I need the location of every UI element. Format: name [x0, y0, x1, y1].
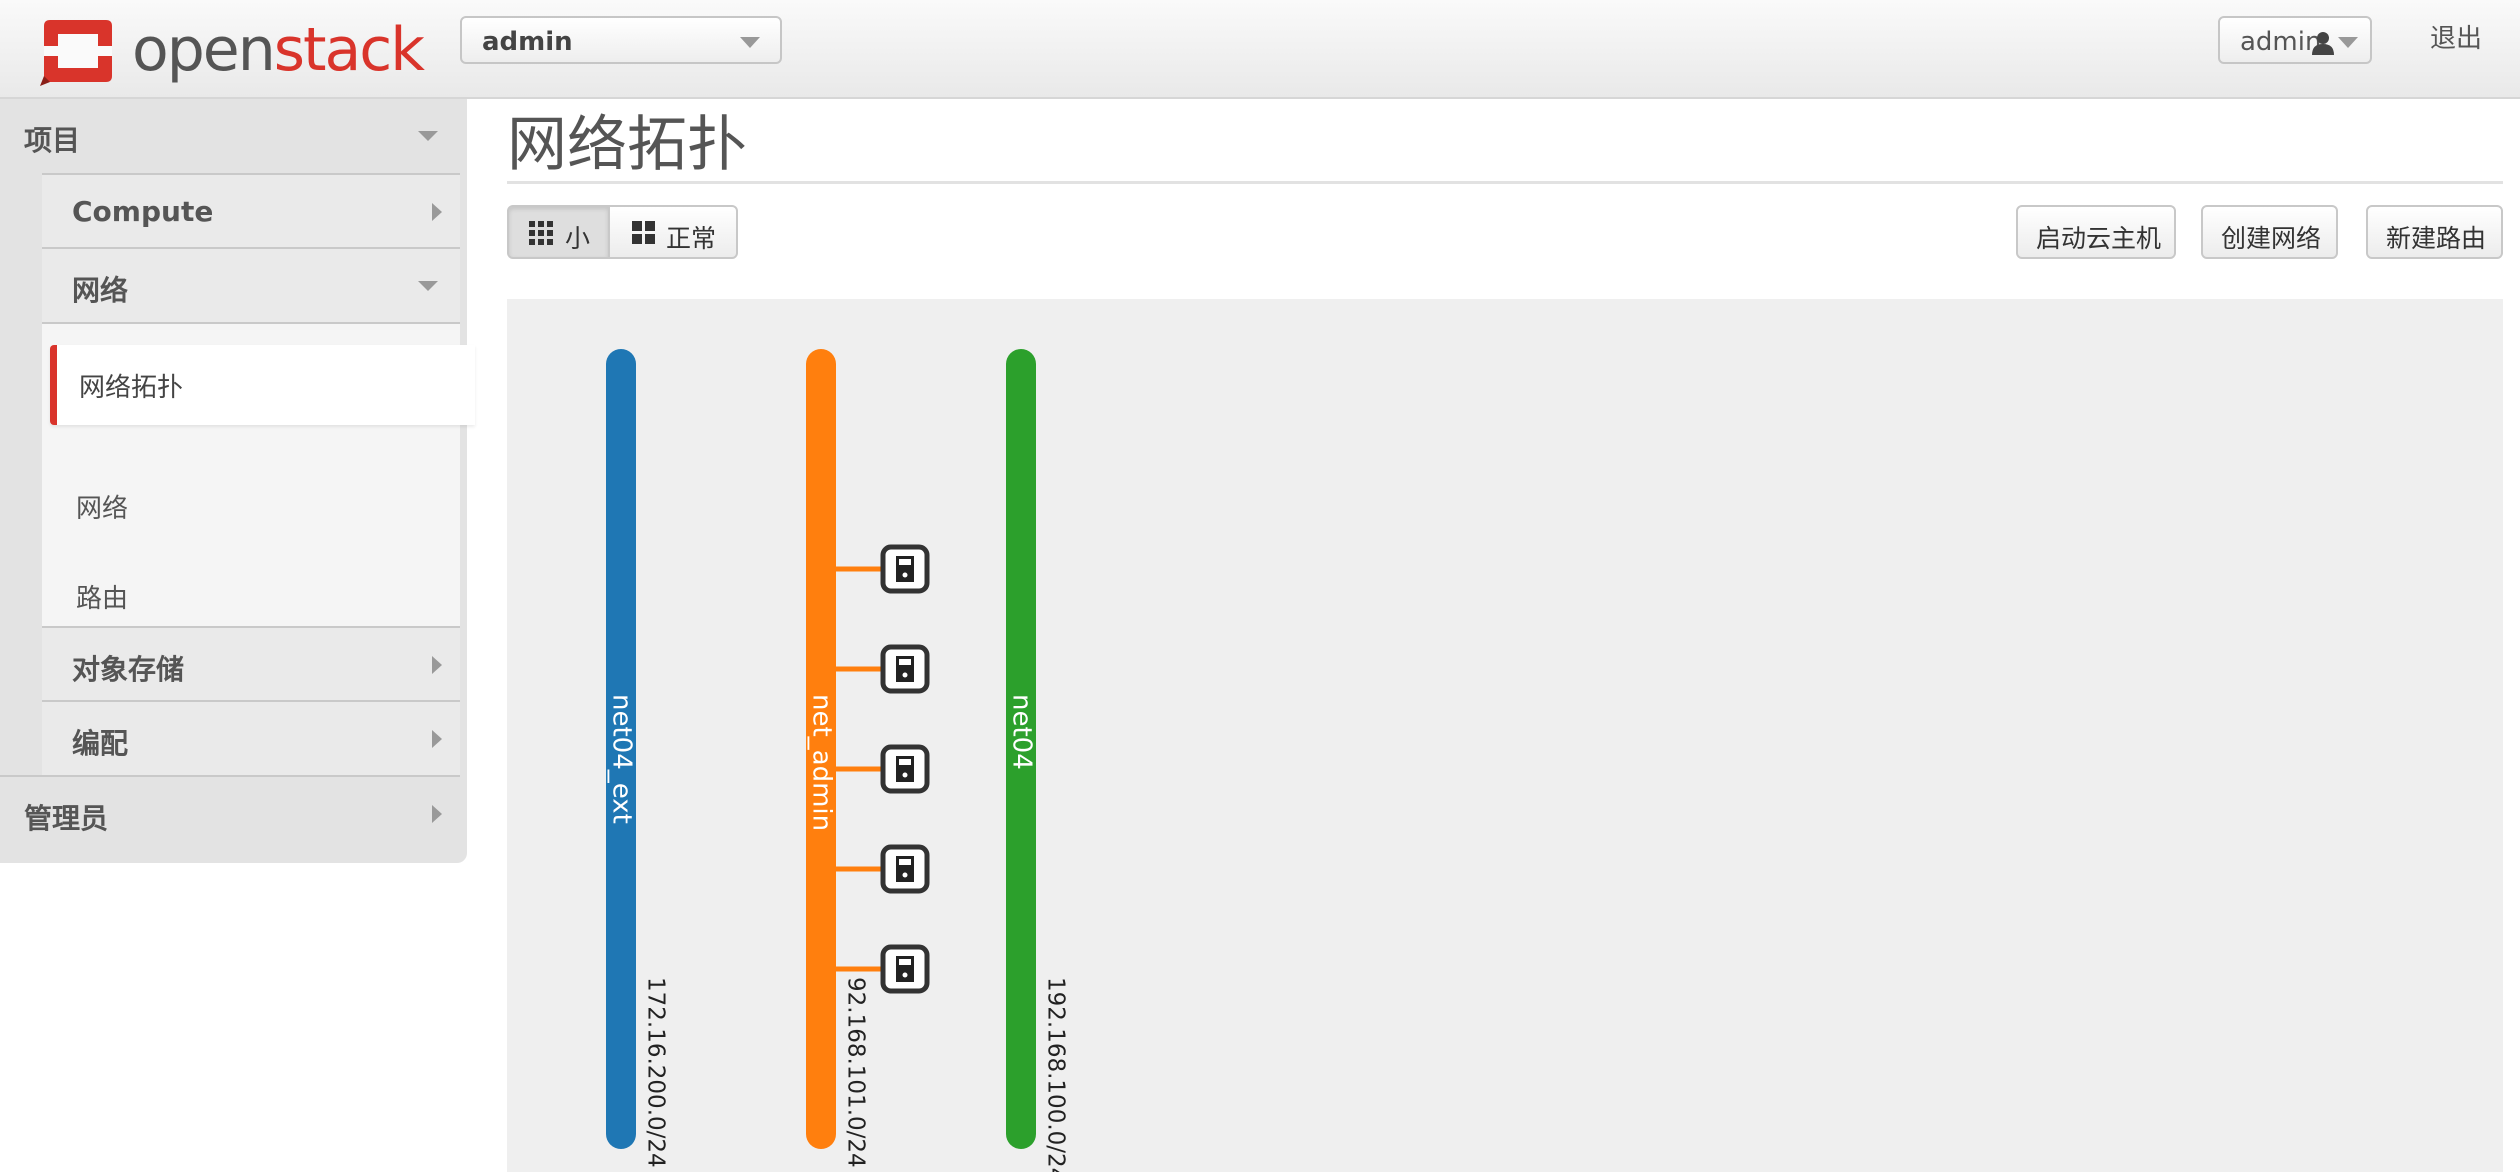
toggle-small-label: 小: [565, 224, 591, 253]
sidebar-panel-orchestration[interactable]: 编配: [42, 700, 460, 775]
sidebar-item-network-topology-label: 网络拓扑: [79, 373, 184, 403]
chevron-right-icon: [432, 730, 442, 748]
server-icon-slot: [899, 559, 911, 565]
sidebar-item-networks[interactable]: 网络: [42, 466, 460, 546]
toggle-normal-label: 正常: [666, 224, 717, 253]
create-network-label: 创建网络: [2221, 224, 2322, 253]
top-bar: openstack admin admin 退出: [0, 0, 2520, 99]
create-network-button[interactable]: 创建网络: [2201, 205, 2338, 259]
sidebar-item-network-topology[interactable]: 网络拓扑: [50, 345, 475, 425]
server-icon-slot: [899, 959, 911, 965]
server-icon-slot: [899, 859, 911, 865]
grid-large-icon: [632, 221, 655, 244]
user-menu-dropdown[interactable]: admin: [2218, 16, 2372, 64]
openstack-wordmark: openstack: [132, 15, 425, 85]
chevron-down-icon: [418, 281, 438, 291]
sidebar-item-routers[interactable]: 路由: [42, 556, 460, 636]
topology-svg: net04_ext 172.16.200.0/24 net_admin 92.168.…: [606, 349, 1069, 1172]
sidebar-item-networks-label: 网络: [76, 494, 129, 524]
chevron-right-icon: [432, 805, 442, 823]
chevron-down-icon: [2338, 37, 2358, 48]
sidebar-panel-network[interactable]: 网络: [42, 247, 460, 324]
create-router-label: 新建路由: [2386, 224, 2487, 253]
sidebar-panel-orchestration-label: 编配: [72, 727, 129, 760]
server-icon-led: [902, 672, 908, 678]
grid-small-icon: [529, 221, 553, 245]
chevron-down-icon: [418, 131, 438, 141]
launch-instance-label: 启动云主机: [2036, 224, 2162, 253]
sidebar-dashboard-admin[interactable]: 管理员: [0, 775, 460, 851]
user-icon: [2312, 32, 2334, 55]
sidebar-dashboard-project-label: 项目: [24, 124, 81, 157]
network-cidr-label: 92.168.101.0/24: [843, 977, 869, 1168]
title-divider: [507, 181, 2503, 184]
page-title: 网络拓扑: [507, 110, 747, 180]
chevron-down-icon: [740, 37, 760, 48]
server-icon-led: [902, 772, 908, 778]
toggle-small-button[interactable]: 小: [507, 205, 610, 259]
topology-canvas[interactable]: net04_ext 172.16.200.0/24 net_admin 92.168.…: [507, 299, 2503, 1172]
network-name-label: net_admin: [807, 694, 837, 831]
launch-instance-button[interactable]: 启动云主机: [2016, 205, 2176, 259]
project-dropdown-value: admin: [482, 27, 573, 57]
sidebar-dashboard-project[interactable]: 项目: [0, 99, 460, 173]
server-icon-slot: [899, 759, 911, 765]
network-cidr-label: 192.168.100.0/24: [1043, 977, 1069, 1172]
server-icon-led: [902, 572, 908, 578]
toggle-normal-button[interactable]: 正常: [608, 205, 738, 259]
sidebar-panel-object-storage-label: 对象存储: [72, 653, 185, 686]
project-dropdown[interactable]: admin: [460, 16, 782, 64]
server-icon-led: [902, 872, 908, 878]
create-router-button[interactable]: 新建路由: [2366, 205, 2503, 259]
chevron-right-icon: [432, 656, 442, 674]
sidebar: 项目 Compute 网络 网络 路由 对象存储 编配 管理员: [0, 99, 467, 863]
chevron-right-icon: [432, 203, 442, 221]
server-icon-led: [902, 972, 908, 978]
network-name-label: net04: [1007, 694, 1037, 770]
sidebar-item-routers-label: 路由: [76, 584, 129, 614]
server-icon-slot: [899, 659, 911, 665]
sidebar-panel-compute[interactable]: Compute: [42, 173, 460, 248]
logout-link[interactable]: 退出: [2430, 18, 2482, 55]
openstack-logo[interactable]: openstack: [40, 14, 425, 86]
network-name-label: net04_ext: [607, 694, 637, 824]
sidebar-panel-compute-label: Compute: [72, 195, 214, 228]
sidebar-panel-network-label: 网络: [72, 274, 129, 307]
sidebar-dashboard-admin-label: 管理员: [24, 802, 109, 835]
openstack-cube-icon: [40, 20, 112, 86]
network-cidr-label: 172.16.200.0/24: [643, 977, 669, 1168]
sidebar-panel-object-storage[interactable]: 对象存储: [42, 626, 460, 701]
